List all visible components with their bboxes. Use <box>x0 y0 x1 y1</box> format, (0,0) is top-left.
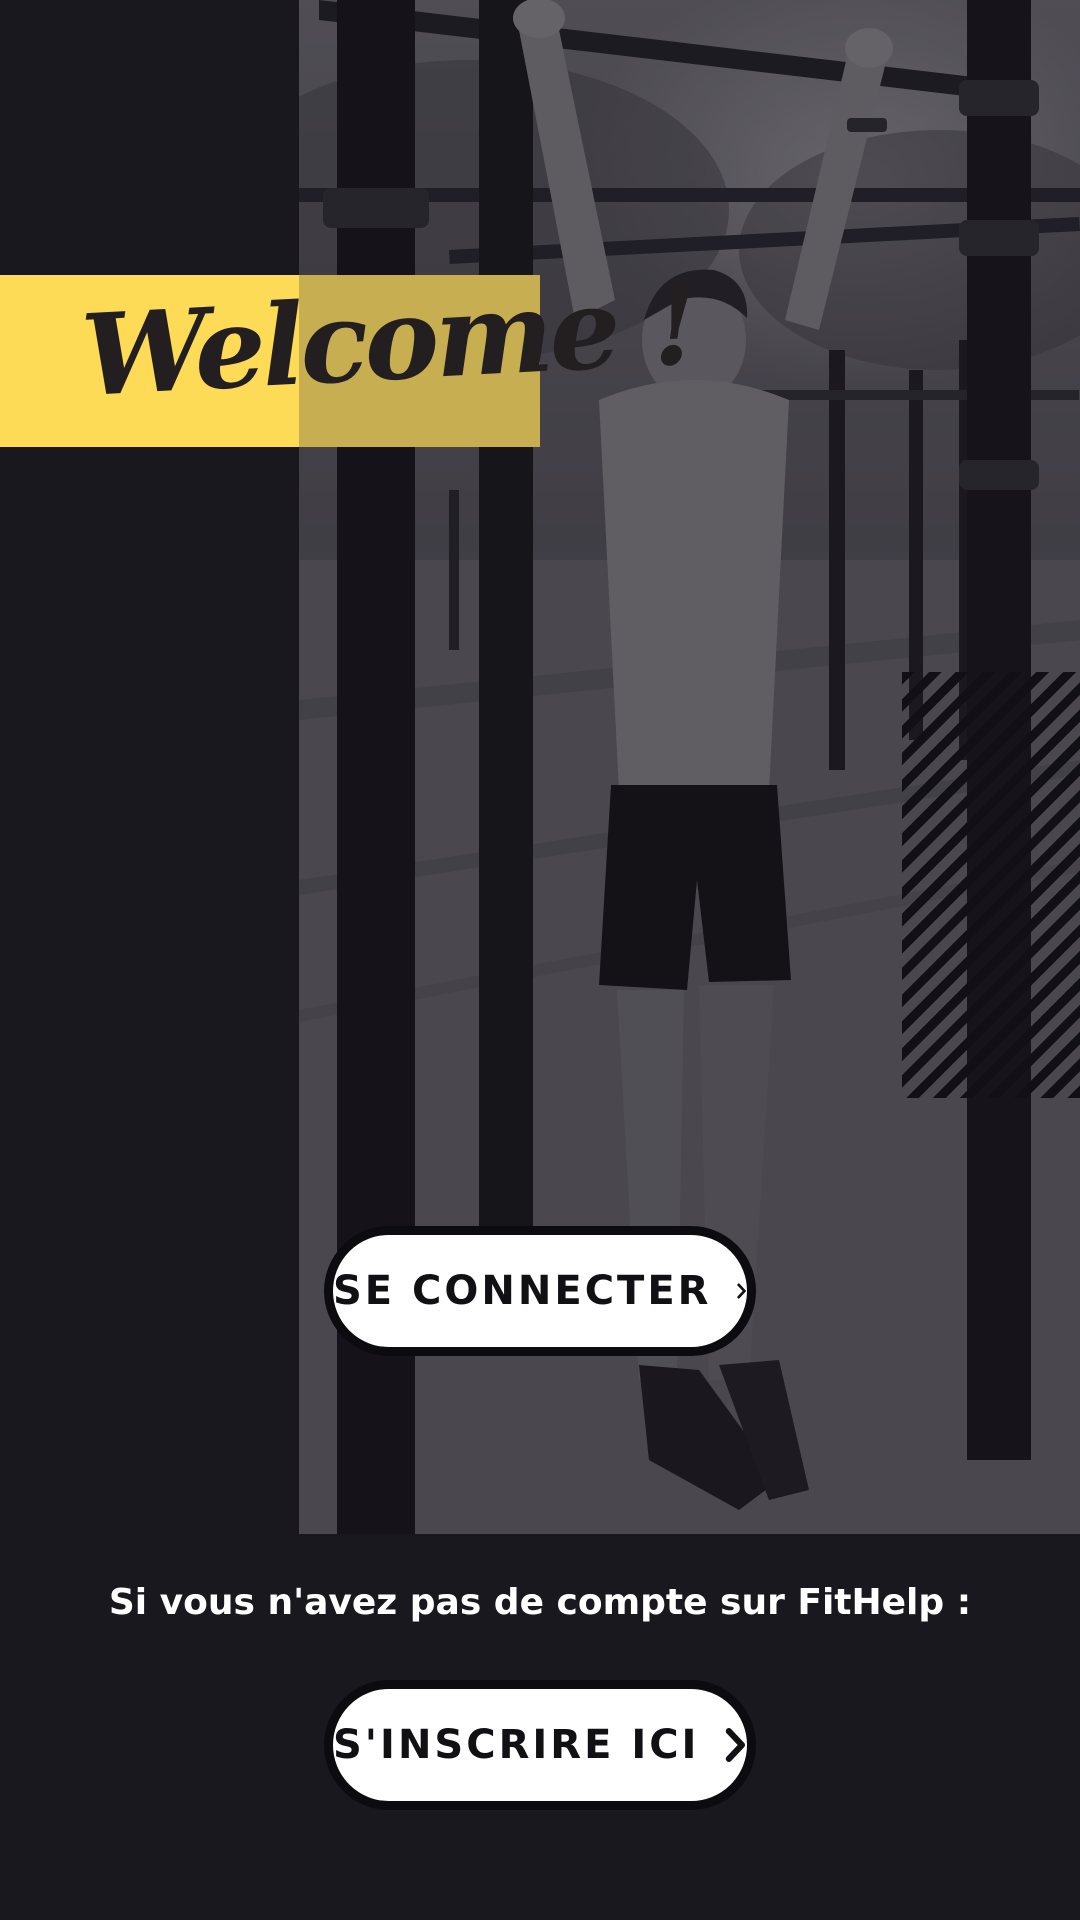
signup-button[interactable]: S'INSCRIRE ICI <box>324 1680 756 1810</box>
login-button-label: SE CONNECTER <box>333 1268 712 1314</box>
signup-prompt-text: Si vous n'avez pas de compte sur FitHelp… <box>108 1582 972 1623</box>
chevron-right-icon <box>726 1728 746 1762</box>
login-button[interactable]: SE CONNECTER <box>324 1226 756 1356</box>
chevron-right-icon <box>737 1283 747 1299</box>
diagonal-stripes-decoration <box>902 672 1080 1098</box>
signup-button-label: S'INSCRIRE ICI <box>333 1722 700 1768</box>
welcome-banner: Welcome ! <box>0 259 700 447</box>
